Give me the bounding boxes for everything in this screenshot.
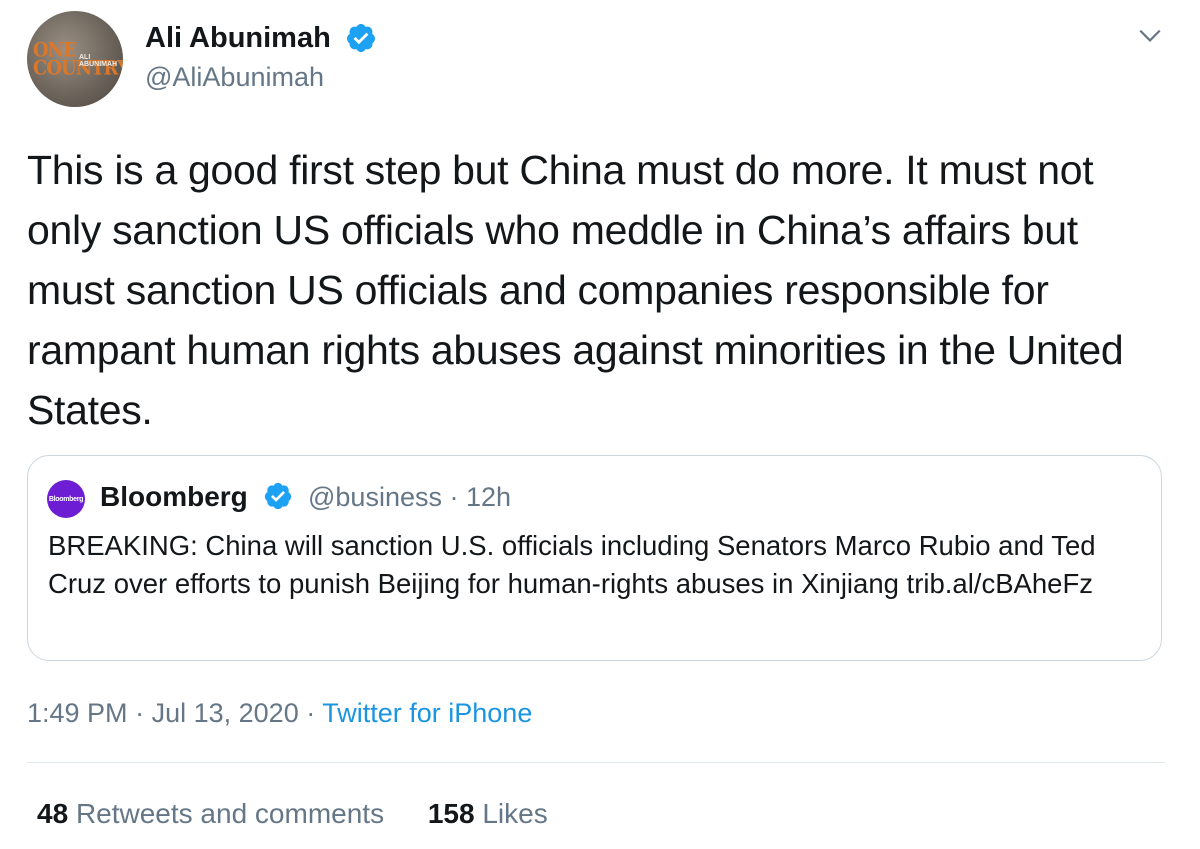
separator-dot: · [135,698,145,728]
divider [27,762,1165,763]
separator-dot: · [306,698,316,728]
retweets-stat[interactable]: 48 Retweets and comments [37,795,384,833]
author-name[interactable]: Ali Abunimah [145,20,331,56]
quoted-tweet-text: BREAKING: China will sanction U.S. offic… [48,530,1096,599]
author-handle[interactable]: @AliAbunimah [145,60,324,94]
quoted-avatar[interactable]: Bloomberg [47,480,85,518]
retweets-label: Retweets and comments [75,798,385,829]
separator-dot: · [449,482,459,512]
likes-label: Likes [482,798,548,829]
tweet-meta: 1:49 PM · Jul 13, 2020 · Twitter for iPh… [27,694,532,732]
tweet-text: This is a good first step but China must… [27,147,1124,433]
verified-badge-icon [346,24,375,52]
verified-badge-icon [264,482,292,510]
tweet-source-link[interactable]: Twitter for iPhone [322,698,532,728]
quoted-handle-time: @business · 12h [308,478,511,516]
author-avatar[interactable]: ONE COUNTRY ALI ABUNIMAH [27,11,123,107]
quoted-handle[interactable]: @business [308,482,442,512]
tweet-stats: 48 Retweets and comments 158 Likes [37,795,584,833]
tweet-time[interactable]: 1:49 PM [27,698,128,728]
tweet-date[interactable]: Jul 13, 2020 [152,698,299,728]
retweets-count: 48 [37,798,69,829]
likes-stat[interactable]: 158 Likes [428,795,548,833]
avatar-logo-subtext: ALI ABUNIMAH [79,54,118,68]
likes-count: 158 [427,798,475,829]
quoted-tweet[interactable]: Bloomberg Bloomberg @business · 12h BREA… [27,455,1162,661]
chevron-down-icon[interactable] [1137,22,1163,48]
quoted-time[interactable]: 12h [466,482,511,512]
quoted-author-name[interactable]: Bloomberg [100,478,248,516]
